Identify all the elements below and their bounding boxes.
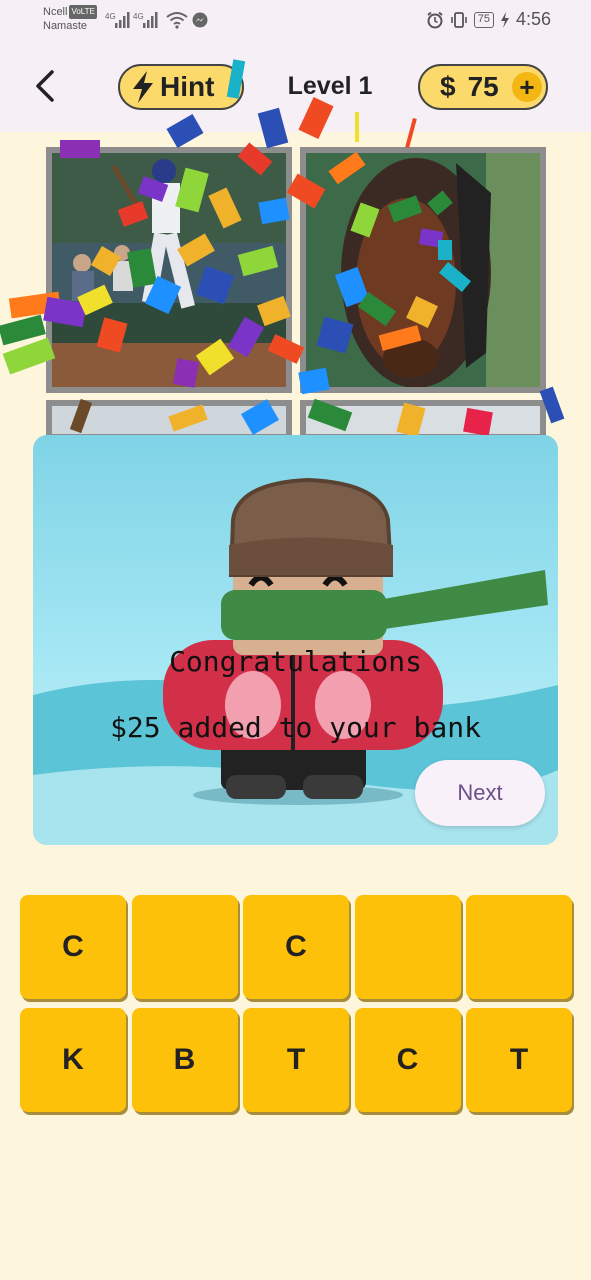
congratulations-title: Congratulations <box>169 645 422 678</box>
level-title: Level 1 <box>287 72 373 100</box>
hint-button[interactable]: Hint <box>118 64 244 110</box>
add-coins-button[interactable]: + <box>512 72 542 102</box>
vibrate-icon <box>450 11 467 28</box>
coins-balance: $ 75 + <box>418 64 548 110</box>
congratulations-dialog: Congratulations $25 added to your bank N… <box>33 435 558 845</box>
charging-icon <box>500 11 509 28</box>
letter-tile[interactable]: B <box>131 1008 238 1112</box>
letter-tile[interactable]: T <box>466 1008 572 1112</box>
carrier-subtitle: Namaste <box>43 20 88 32</box>
puzzle-photo-baseball <box>46 147 292 393</box>
letter-tile[interactable]: C <box>20 895 126 999</box>
back-button[interactable] <box>30 66 64 106</box>
wifi-icon <box>166 12 188 29</box>
lightning-icon <box>133 71 153 103</box>
baseball-batter-image <box>52 153 286 387</box>
letter-tile[interactable]: T <box>243 1008 349 1112</box>
status-time: 4:56 <box>515 9 551 29</box>
battery-icon: 75 <box>473 11 494 28</box>
carrier-info: Ncell VoLTE Namaste <box>43 5 97 33</box>
coins-count: 75 <box>467 71 499 102</box>
signal-icon: 4G <box>133 12 158 28</box>
svg-text:4G: 4G <box>133 12 144 21</box>
letter-tile[interactable]: C <box>243 895 349 999</box>
puzzle-photo-4 <box>300 400 546 440</box>
messenger-icon <box>192 12 208 28</box>
letter-tile[interactable] <box>354 895 461 999</box>
puzzle-photo-3 <box>46 400 292 440</box>
letter-tile[interactable] <box>131 895 238 999</box>
chevron-left-icon <box>36 70 54 102</box>
carrier-name: Ncell <box>43 6 68 18</box>
status-bar: Ncell VoLTE Namaste 4G 4G 75 4:56 <box>0 0 591 44</box>
hint-label: Hint <box>160 71 215 102</box>
alarm-icon <box>427 11 443 28</box>
next-button[interactable]: Next <box>415 760 545 826</box>
signal-icon: 4G <box>105 12 130 28</box>
hanging-bat-image <box>306 153 540 387</box>
puzzle-photo-bat <box>300 147 546 393</box>
svg-text:4G: 4G <box>105 12 116 21</box>
letter-tile[interactable] <box>466 895 572 999</box>
top-bar: Hint Level 1 $ 75 + <box>0 44 591 132</box>
volte-badge: VoLTE <box>69 5 97 19</box>
reward-message: $25 added to your bank <box>110 711 481 744</box>
letter-tile[interactable]: K <box>20 1008 126 1112</box>
currency-symbol: $ <box>440 71 456 102</box>
status-right: 75 4:56 <box>426 9 551 30</box>
letter-tiles: C C K B T C T <box>20 895 574 1112</box>
letter-tile[interactable]: C <box>354 1008 461 1112</box>
